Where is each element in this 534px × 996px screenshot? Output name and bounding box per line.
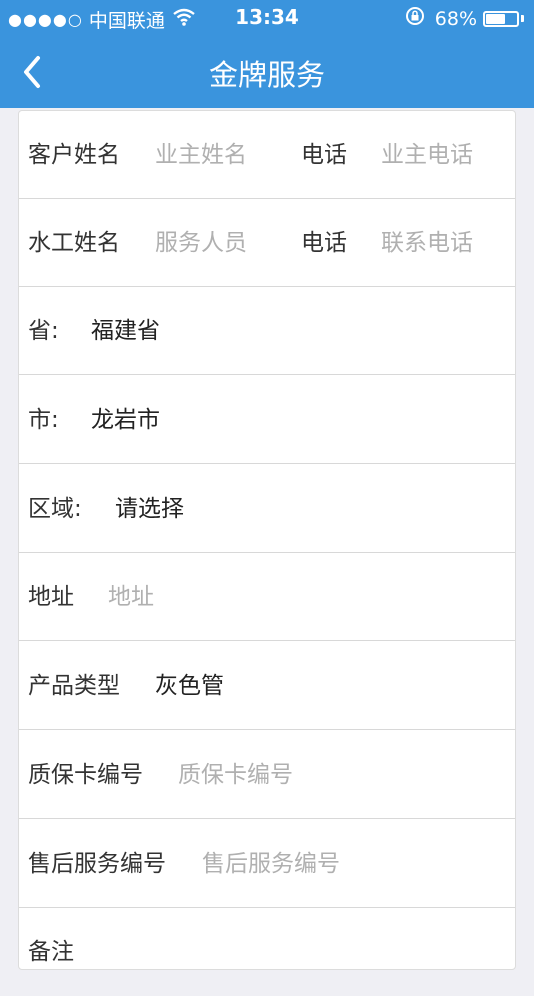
plumber-name-input[interactable] — [155, 199, 295, 287]
plumber-row: 水工姓名 电话 — [19, 199, 521, 287]
province-select[interactable]: 福建省 — [91, 287, 160, 375]
plumber-phone-label: 电话 — [301, 230, 347, 256]
warranty-card-input[interactable] — [178, 731, 478, 819]
city-label: 市: — [28, 407, 59, 433]
battery-level — [486, 13, 505, 24]
city-select[interactable]: 龙岩市 — [91, 376, 160, 464]
address-input[interactable] — [108, 553, 488, 641]
plumber-name-label: 水工姓名 — [28, 230, 120, 256]
remark-row: 备注 — [19, 908, 515, 996]
battery-percent: 68% — [434, 7, 477, 30]
customer-name-label: 客户姓名 — [28, 142, 120, 168]
after-sales-input[interactable] — [202, 820, 492, 908]
province-row[interactable]: 省: 福建省 — [19, 287, 515, 375]
address-row: 地址 — [19, 553, 515, 641]
district-select[interactable]: 请选择 — [115, 465, 184, 553]
plumber-phone-input[interactable] — [381, 199, 521, 287]
customer-row: 客户姓名 电话 — [19, 111, 521, 199]
page-title: 金牌服务 — [208, 58, 325, 92]
customer-phone-input[interactable] — [381, 111, 521, 199]
status-bar: ●●●●○ 中国联通 13:34 68% — [0, 0, 534, 36]
remark-label: 备注 — [28, 939, 74, 965]
battery-icon — [483, 10, 519, 27]
header: ●●●●○ 中国联通 13:34 68% 金牌服务 — [0, 0, 534, 108]
product-type-row[interactable]: 产品类型 灰色管 — [19, 642, 515, 730]
battery-cap — [521, 15, 524, 22]
district-row[interactable]: 区域: 请选择 — [19, 465, 515, 553]
customer-phone-label: 电话 — [301, 142, 347, 168]
status-bar-right: 68% — [405, 6, 524, 31]
navigation-bar: 金牌服务 — [0, 36, 534, 108]
address-label: 地址 — [28, 584, 74, 610]
warranty-card-row: 质保卡编号 — [19, 731, 515, 819]
province-label: 省: — [28, 318, 59, 344]
product-type-label: 产品类型 — [28, 673, 120, 699]
district-label: 区域: — [28, 496, 82, 522]
customer-name-input[interactable] — [155, 111, 295, 199]
warranty-card-label: 质保卡编号 — [28, 762, 143, 788]
after-sales-row: 售后服务编号 — [19, 820, 515, 908]
after-sales-label: 售后服务编号 — [28, 851, 166, 877]
rotation-lock-icon — [405, 6, 425, 31]
service-form: 客户姓名 电话 水工姓名 电话 省: 福建省 市: 龙岩市 区域: 请选择 地址… — [18, 110, 521, 970]
city-row[interactable]: 市: 龙岩市 — [19, 376, 515, 464]
product-type-select[interactable]: 灰色管 — [155, 642, 224, 730]
